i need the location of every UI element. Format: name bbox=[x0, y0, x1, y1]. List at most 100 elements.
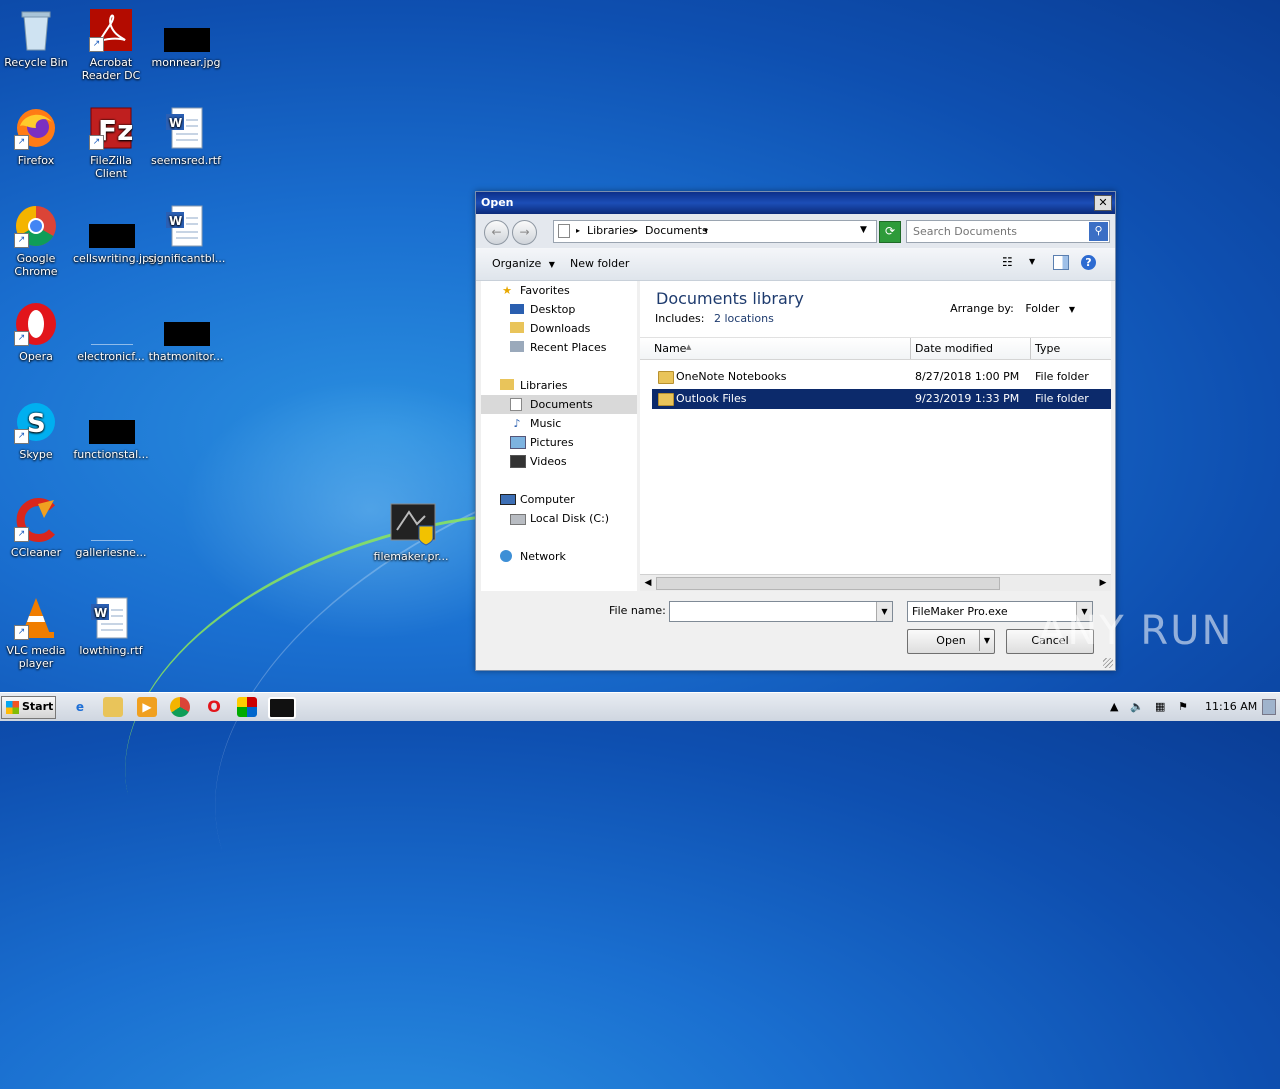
preview-pane-icon[interactable] bbox=[1053, 255, 1069, 270]
sidebar-item-videos[interactable]: Videos bbox=[481, 452, 637, 471]
desktop-icon-recycle-bin[interactable]: Recycle Bin bbox=[0, 8, 74, 69]
sidebar-item-downloads[interactable]: Downloads bbox=[481, 319, 637, 338]
internet-explorer-icon[interactable]: e bbox=[70, 697, 90, 717]
sidebar-item-pictures[interactable]: Pictures bbox=[481, 433, 637, 452]
winrar-icon[interactable] bbox=[237, 697, 257, 717]
refresh-button[interactable]: ⟳ bbox=[879, 221, 901, 243]
sidebar-item-documents[interactable]: Documents bbox=[481, 395, 637, 414]
image-thumbnail-icon bbox=[89, 412, 135, 444]
sidebar-item-desktop[interactable]: Desktop bbox=[481, 300, 637, 319]
scroll-right-icon[interactable]: ▶ bbox=[1096, 576, 1110, 590]
start-label: Start bbox=[22, 700, 54, 713]
file-name-combobox[interactable]: ▼ bbox=[669, 601, 893, 622]
sidebar-item-favorites[interactable]: ★ Favorites bbox=[481, 281, 637, 300]
desktop-icon-electronicf[interactable]: electronicf... bbox=[73, 314, 149, 363]
app-window-icon[interactable] bbox=[268, 697, 296, 719]
desktop-icon-significantbl[interactable]: W significantbl... bbox=[148, 204, 225, 265]
desktop-icon-lowthing[interactable]: W lowthing.rtf bbox=[73, 596, 149, 657]
desktop-icon-functionstal[interactable]: functionstal... bbox=[73, 412, 149, 461]
documents-icon bbox=[510, 398, 522, 411]
search-input[interactable] bbox=[907, 221, 1085, 242]
desktop-icon-label: thatmonitor... bbox=[148, 350, 224, 363]
breadcrumb-libraries[interactable]: Libraries bbox=[587, 224, 635, 237]
opera-icon[interactable]: O bbox=[204, 697, 224, 717]
column-date-modified[interactable]: Date modified bbox=[915, 342, 993, 355]
file-row-selected[interactable]: Outlook Files 9/23/2019 1:33 PM File fol… bbox=[652, 389, 1111, 409]
start-button[interactable]: Start bbox=[1, 696, 56, 719]
close-button[interactable]: ✕ bbox=[1094, 195, 1112, 211]
breadcrumb-documents[interactable]: Documents bbox=[645, 224, 708, 237]
horizontal-scrollbar[interactable]: ◀ ▶ bbox=[640, 574, 1111, 591]
action-center-flag-icon[interactable]: ⚑ bbox=[1178, 700, 1188, 713]
desktop-icon-ccleaner[interactable]: ↗ CCleaner bbox=[0, 498, 74, 559]
new-folder-button[interactable]: New folder bbox=[570, 257, 629, 270]
word-document-icon: W bbox=[89, 596, 133, 640]
desktop-icon-acrobat[interactable]: ↗ Acrobat Reader DC bbox=[73, 8, 149, 82]
chrome-icon: ↗ bbox=[14, 204, 58, 248]
desktop-icon-monnear[interactable]: monnear.jpg bbox=[148, 20, 224, 69]
file-explorer-icon[interactable] bbox=[103, 697, 123, 717]
opera-icon: ↗ bbox=[14, 302, 58, 346]
show-desktop-button[interactable] bbox=[1262, 699, 1276, 715]
forward-button[interactable]: → bbox=[512, 220, 537, 245]
clock[interactable]: 11:16 AM bbox=[1205, 700, 1257, 713]
desktop-icon-label: CCleaner bbox=[10, 546, 62, 559]
column-divider[interactable] bbox=[1030, 338, 1031, 359]
desktop-icon-cellswriting[interactable]: cellswriting.jpg bbox=[73, 216, 156, 265]
chevron-down-icon: ▼ bbox=[548, 260, 555, 269]
open-button[interactable]: Open ▼ bbox=[907, 629, 995, 654]
sidebar-item-libraries[interactable]: Libraries bbox=[481, 376, 637, 395]
column-type[interactable]: Type bbox=[1035, 342, 1060, 355]
arrange-by-dropdown[interactable]: Folder ▼ bbox=[1025, 302, 1075, 315]
downloads-folder-icon bbox=[510, 322, 524, 333]
dialog-titlebar[interactable]: Open ✕ bbox=[476, 192, 1115, 214]
back-button[interactable]: ← bbox=[484, 220, 509, 245]
shortcut-arrow-icon: ↗ bbox=[89, 135, 104, 150]
address-bar[interactable]: ▸ Libraries ▸ Documents ▾ ▼ bbox=[553, 220, 877, 243]
desktop-icon-label: filemaker.pr... bbox=[373, 550, 449, 563]
installer-icon bbox=[389, 502, 436, 546]
chevron-down-icon[interactable]: ▼ bbox=[876, 602, 892, 621]
sidebar-item-music[interactable]: ♪ Music bbox=[481, 414, 637, 433]
volume-icon[interactable]: 🔈 bbox=[1130, 700, 1144, 713]
sidebar-item-local-disk[interactable]: Local Disk (C:) bbox=[481, 509, 637, 528]
sidebar-item-network[interactable]: Network bbox=[481, 547, 637, 566]
desktop-icon-chrome[interactable]: ↗ Google Chrome bbox=[0, 204, 74, 278]
help-icon[interactable]: ? bbox=[1081, 255, 1096, 270]
file-type: File folder bbox=[1035, 392, 1089, 405]
column-divider[interactable] bbox=[910, 338, 911, 359]
includes-locations-link[interactable]: 2 locations bbox=[714, 312, 774, 325]
chevron-down-icon[interactable]: ▼ bbox=[1029, 257, 1035, 266]
desktop-icon-filezilla[interactable]: Fz ↗ FileZilla Client bbox=[73, 106, 149, 180]
sidebar-item-label: Videos bbox=[530, 455, 567, 468]
desktop-icon-vlc[interactable]: ↗ VLC media player bbox=[0, 596, 74, 670]
file-name-input[interactable] bbox=[670, 602, 874, 621]
column-name[interactable]: Name bbox=[654, 342, 686, 355]
view-options-icon[interactable]: ☷ bbox=[1002, 255, 1013, 269]
resize-grip[interactable] bbox=[1103, 658, 1113, 668]
sidebar-item-recent-places[interactable]: Recent Places bbox=[481, 338, 637, 357]
chevron-down-icon[interactable]: ▾ bbox=[704, 226, 708, 235]
desktop-icon-firefox[interactable]: ↗ Firefox bbox=[0, 106, 74, 167]
search-icon[interactable]: ⚲ bbox=[1089, 222, 1108, 241]
desktop-icon-galleriesne[interactable]: galleriesne... bbox=[73, 510, 149, 559]
file-row[interactable]: OneNote Notebooks 8/27/2018 1:00 PM File… bbox=[652, 367, 1111, 387]
desktop-icon-skype[interactable]: S ↗ Skype bbox=[0, 400, 74, 461]
media-player-icon[interactable]: ▶ bbox=[137, 697, 157, 717]
scroll-left-icon[interactable]: ◀ bbox=[641, 576, 655, 590]
sidebar-item-computer[interactable]: Computer bbox=[481, 490, 637, 509]
desktop-icon-thatmonitor[interactable]: thatmonitor... bbox=[148, 314, 224, 363]
chrome-icon[interactable] bbox=[170, 697, 190, 717]
desktop-icon-seemsred[interactable]: W seemsred.rtf bbox=[148, 106, 224, 167]
chevron-down-icon[interactable]: ▼ bbox=[979, 630, 994, 651]
address-dropdown-icon[interactable]: ▼ bbox=[860, 225, 867, 235]
search-box[interactable]: ⚲ bbox=[906, 220, 1110, 243]
desktop-icon-filemaker[interactable]: filemaker.pr... bbox=[373, 502, 449, 563]
show-hidden-icons-icon[interactable]: ▲ bbox=[1110, 700, 1118, 713]
arrange-by-value: Folder bbox=[1025, 302, 1060, 315]
scrollbar-thumb[interactable] bbox=[656, 577, 1000, 590]
desktop-icon-opera[interactable]: ↗ Opera bbox=[0, 302, 74, 363]
organize-button[interactable]: Organize ▼ bbox=[492, 257, 555, 270]
network-icon[interactable]: ▦ bbox=[1155, 700, 1165, 713]
shortcut-arrow-icon: ↗ bbox=[89, 37, 104, 52]
